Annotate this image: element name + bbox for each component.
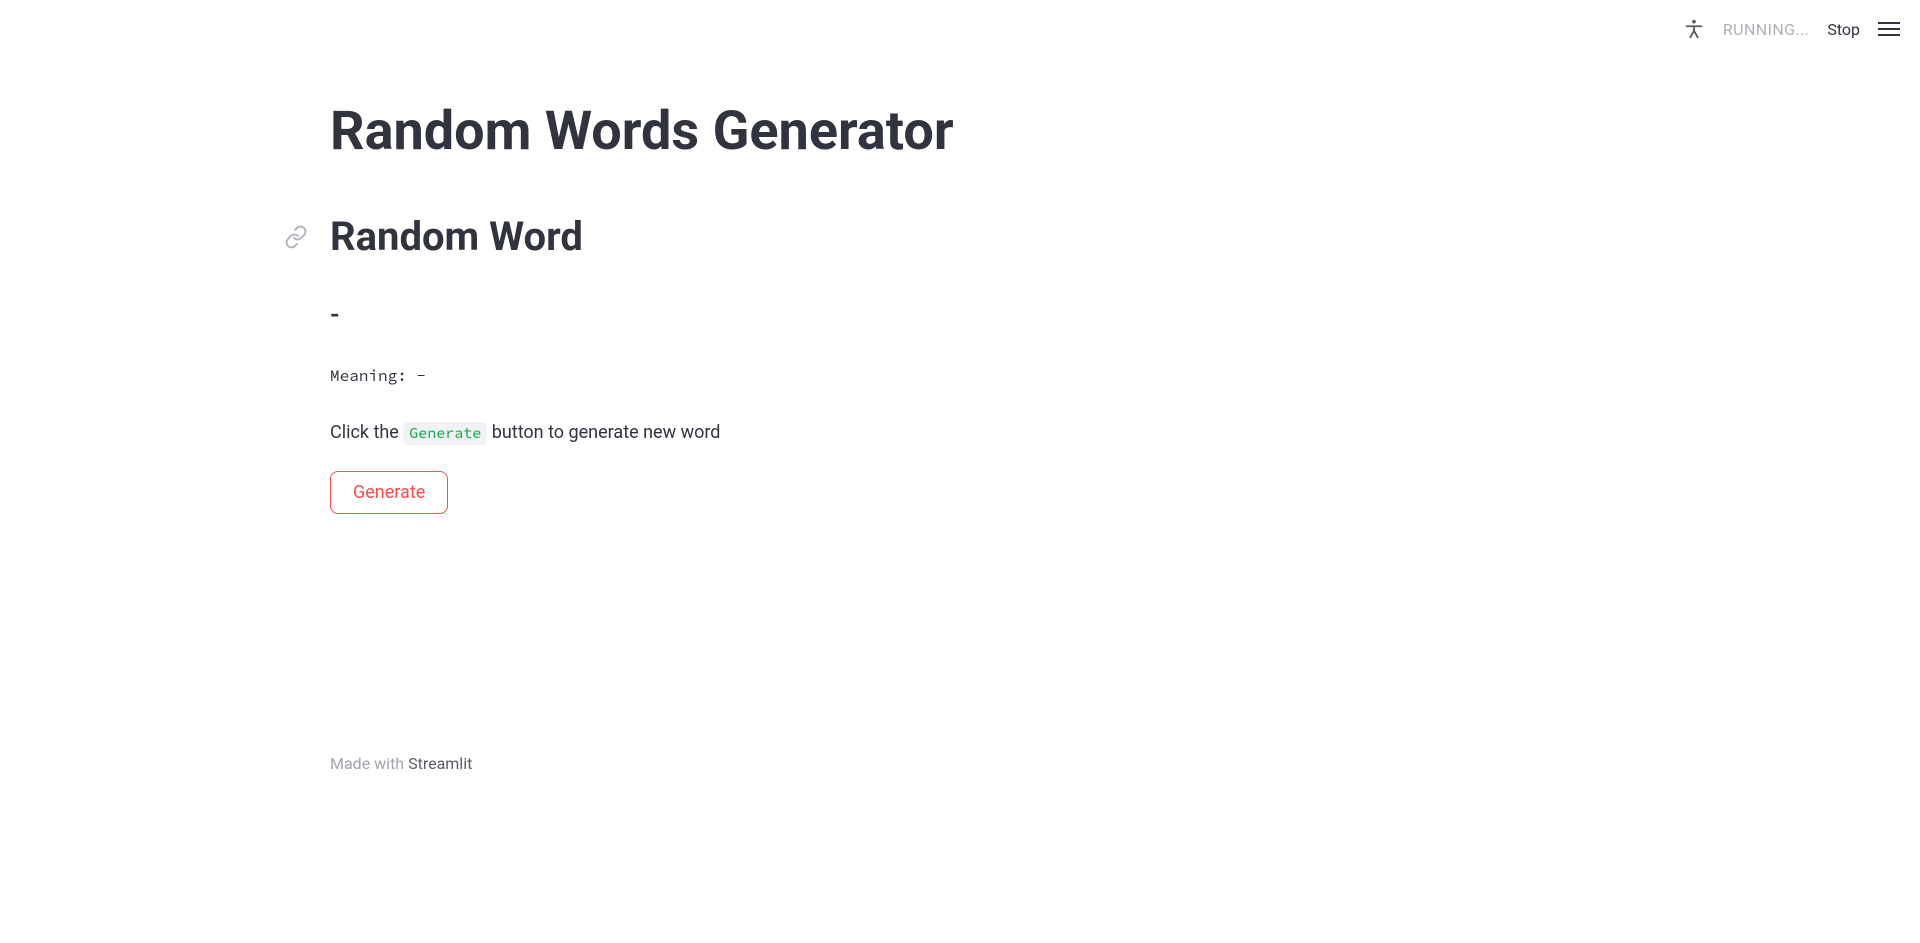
section-title: Random Word — [330, 213, 1060, 260]
section-header: Random Word — [330, 213, 1060, 260]
link-icon[interactable] — [284, 225, 308, 253]
main-content: Random Words Generator Random Word - Mea… — [330, 0, 1060, 514]
hint-code: Generate — [403, 422, 487, 445]
footer-prefix: Made with — [330, 754, 408, 773]
footer: Made with Streamlit — [330, 754, 472, 773]
hamburger-menu-icon[interactable] — [1878, 18, 1900, 40]
accessibility-icon[interactable] — [1683, 18, 1705, 40]
footer-brand[interactable]: Streamlit — [408, 754, 472, 773]
meaning-text: Meaning: - — [330, 366, 1060, 386]
hint-text: Click the Generate button to generate ne… — [330, 422, 1060, 443]
stop-button[interactable]: Stop — [1827, 20, 1860, 39]
generate-button[interactable]: Generate — [330, 471, 448, 514]
hint-prefix: Click the — [330, 422, 403, 443]
app-toolbar: RUNNING... Stop — [1683, 0, 1920, 58]
running-status: RUNNING... — [1723, 20, 1809, 39]
generated-word: - — [330, 300, 1060, 330]
page-title: Random Words Generator — [330, 100, 1060, 165]
hint-suffix: button to generate new word — [487, 422, 720, 443]
